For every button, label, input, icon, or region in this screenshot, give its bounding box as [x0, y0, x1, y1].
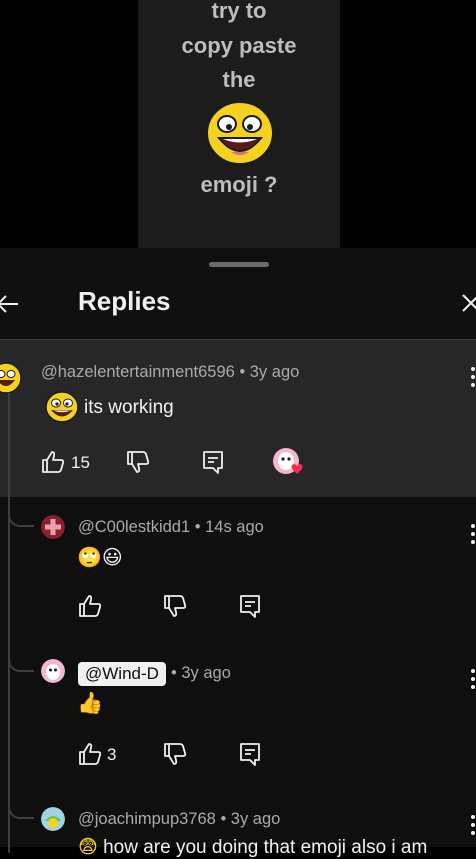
video-text-line: try to	[211, 0, 267, 23]
thread-line	[8, 703, 10, 853]
reply-text: 👍	[77, 692, 104, 715]
author-chip[interactable]: @Wind-D	[78, 662, 166, 686]
like-icon[interactable]	[77, 741, 103, 767]
comment-text: its working	[84, 397, 174, 418]
more-options-icon[interactable]	[470, 815, 476, 837]
thread-connector	[8, 656, 34, 672]
more-options-icon[interactable]	[470, 367, 476, 389]
dislike-icon[interactable]	[162, 741, 188, 767]
thread-line	[8, 393, 10, 553]
avatar[interactable]	[41, 515, 65, 539]
video-text-line: the	[222, 67, 256, 92]
dislike-icon[interactable]	[125, 449, 151, 475]
reply-author[interactable]: @C00lestkidd1	[78, 518, 190, 536]
dislike-icon[interactable]	[162, 593, 188, 619]
comment-time: • 3y ago	[239, 363, 300, 381]
more-options-icon[interactable]	[470, 669, 476, 691]
video-player[interactable]: try to copy paste the emoji ?	[0, 0, 476, 248]
drag-handle[interactable]	[209, 262, 269, 267]
reply-icon[interactable]	[237, 741, 263, 767]
like-icon[interactable]	[40, 449, 66, 475]
sheet-title: Replies	[78, 286, 171, 316]
thread-connector	[8, 511, 34, 527]
thread-connector	[8, 803, 34, 819]
epic-face-emoji-icon	[45, 391, 79, 423]
more-options-icon[interactable]	[470, 524, 476, 546]
reply-author[interactable]: @joachimpup3768	[78, 810, 216, 828]
like-count: 15	[71, 453, 90, 472]
comment-author[interactable]: @hazelentertainment6596	[41, 363, 235, 381]
reply-icon[interactable]	[237, 593, 263, 619]
reply-meta: @joachimpup3768 • 3y ago	[78, 810, 280, 829]
epic-face-emoji-icon	[206, 101, 274, 165]
avatar[interactable]	[0, 362, 22, 394]
back-arrow-icon[interactable]	[0, 290, 22, 318]
like-count: 3	[107, 745, 117, 764]
creator-heart-icon	[273, 448, 303, 474]
reply-time: • 14s ago	[194, 518, 264, 536]
close-icon[interactable]	[460, 292, 476, 314]
like-icon[interactable]	[77, 593, 103, 619]
comment-meta: @hazelentertainment6596 • 3y ago	[41, 363, 299, 382]
reply-icon[interactable]	[200, 449, 226, 475]
avatar[interactable]	[41, 807, 65, 831]
reply-text-content: how are you doing that emoji also i am	[103, 837, 428, 858]
reply-time: • 3y ago	[171, 664, 231, 682]
reply-text: 🙄😃	[77, 547, 123, 569]
reply-meta: @C00lestkidd1 • 14s ago	[78, 518, 264, 537]
video-text-line: emoji ?	[200, 172, 278, 197]
avatar[interactable]	[41, 659, 65, 683]
parent-comment: @hazelentertainment6596 • 3y ago its wor…	[0, 340, 476, 497]
reply-time: • 3y ago	[220, 810, 281, 828]
video-text-line: copy paste	[181, 33, 297, 58]
emoji-icon: 😨	[78, 837, 98, 858]
reply-text: 😨 how are you doing that emoji also i am	[78, 836, 427, 859]
thread-line	[8, 553, 10, 703]
replies-sheet: Replies @hazelentertainment6596 • 3y ago…	[0, 248, 476, 858]
